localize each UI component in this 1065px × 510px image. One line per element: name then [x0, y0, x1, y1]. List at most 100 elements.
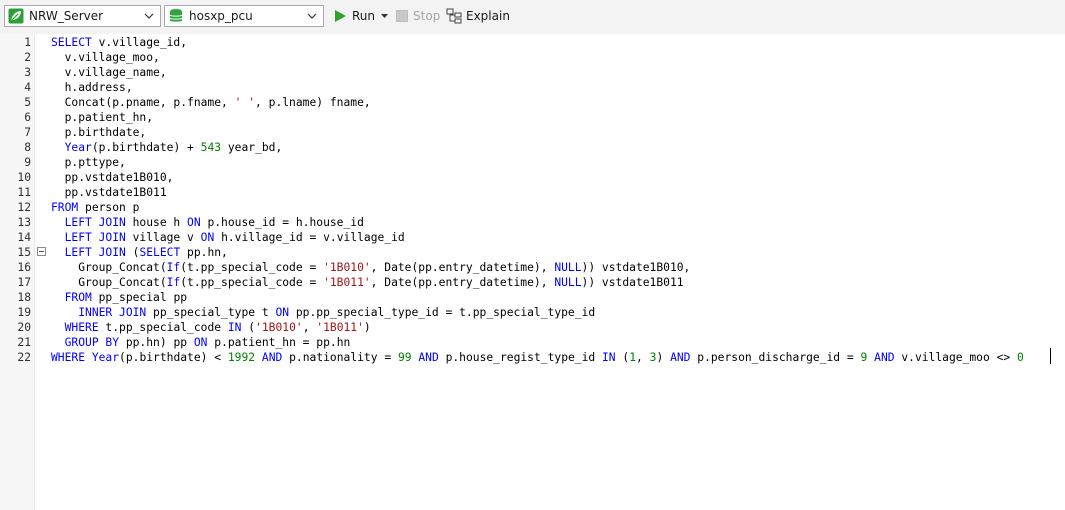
play-icon [335, 10, 346, 22]
code-token-kw: ON [200, 231, 215, 244]
code-line[interactable]: LEFT JOIN house h ON p.house_id = h.hous… [51, 215, 364, 230]
code-token: , p.lname) fname, [255, 96, 371, 109]
line-number-gutter: 1 2 3 4 5 6 7 8 9 10 11 12 13 14 15 16 17 18 19 20 21 22 [0, 34, 35, 510]
code-line[interactable]: p.birthdate, [51, 125, 147, 140]
code-token: ) [363, 321, 371, 334]
code-line[interactable]: v.village_name, [51, 65, 167, 80]
code-token: ( [241, 321, 256, 334]
code-line[interactable]: Concat(p.pname, p.fname, ' ', p.lname) f… [51, 95, 371, 110]
code-token-str: '1B010' [323, 261, 371, 274]
line-number: 10 [17, 171, 31, 184]
line-number: 15 [17, 246, 31, 259]
code-token: , [302, 321, 317, 334]
code-line[interactable]: SELECT v.village_id, [51, 35, 187, 50]
code-token-kw: ON [187, 216, 201, 229]
code-token: ( [615, 351, 630, 364]
code-line[interactable]: WHERE Year(p.birthdate) < 1992 AND p.nat… [51, 350, 1024, 365]
line-number: 5 [24, 96, 31, 109]
code-line[interactable]: LEFT JOIN (SELECT pp.hn, [51, 245, 228, 260]
code-token-kw: AND [670, 351, 691, 364]
code-line[interactable]: v.village_moo, [51, 50, 160, 65]
code-token: pp.pp_special_type_id = t.pp_special_typ… [289, 306, 596, 319]
caret-down-icon[interactable] [381, 12, 389, 20]
code-token-fn: Year [64, 141, 92, 154]
code-token: pp_special pp [91, 291, 188, 304]
code-token: p.nationality = [282, 351, 398, 364]
query-toolbar: NRW_Server hosxp_pcu Run Stop Explain [0, 0, 1065, 34]
code-token: v.village_moo <> [894, 351, 1017, 364]
code-line[interactable]: pp.vstdate1B010, [51, 170, 174, 185]
line-number: 19 [17, 306, 31, 319]
code-token-kw: FROM [51, 201, 79, 214]
code-line[interactable]: Group_Concat(If(t.pp_special_code = '1B0… [51, 260, 690, 275]
code-token: , [636, 351, 650, 364]
code-token-kw: LEFT JOIN [64, 231, 126, 244]
line-number: 8 [24, 141, 31, 154]
code-line[interactable]: pp.vstdate1B011 [51, 185, 167, 200]
code-line[interactable]: GROUP BY pp.hn) pp ON p.patient_hn = pp.… [51, 335, 351, 350]
code-line[interactable]: FROM person p [51, 200, 139, 215]
line-number: 2 [24, 51, 31, 64]
code-token: Concat(p.pname, p.fname, [51, 96, 235, 109]
chevron-down-icon[interactable] [304, 8, 320, 24]
explain-button[interactable]: Explain [446, 5, 510, 27]
code-token-kw: FROM [64, 291, 92, 304]
connection-select[interactable]: NRW_Server [4, 5, 161, 27]
line-number: 20 [17, 321, 31, 334]
code-token-num: 1992 [227, 351, 256, 364]
code-token-kw: WHERE [64, 321, 99, 334]
code-token-kw: SELECT [51, 36, 92, 49]
code-token-num: 543 [200, 141, 222, 154]
code-line[interactable]: Group_Concat(If(t.pp_special_code = '1B0… [51, 275, 683, 290]
code-token-str: '1B010' [255, 321, 303, 334]
chevron-down-icon[interactable] [141, 8, 157, 24]
code-token-num: 99 [397, 351, 412, 364]
database-icon [169, 9, 183, 22]
code-token: ) [656, 351, 671, 364]
line-number: 18 [17, 291, 31, 304]
code-token-num: 0 [1016, 351, 1024, 364]
code-token: v.village_name, [51, 66, 167, 79]
code-line[interactable]: p.pttype, [51, 155, 126, 170]
code-token-kw: AND [874, 351, 895, 364]
code-token: pp.hn, [180, 246, 228, 259]
code-line[interactable]: WHERE t.pp_special_code IN ('1B010', '1B… [51, 320, 371, 335]
code-token-str: '1B011' [323, 276, 371, 289]
code-token: ( [125, 246, 140, 259]
line-number: 12 [17, 201, 31, 214]
fold-toggle-icon[interactable] [37, 247, 46, 256]
code-token-kw: ON [193, 336, 208, 349]
database-select[interactable]: hosxp_pcu [164, 5, 324, 27]
code-token: h.village_id = v.village_id [214, 231, 405, 244]
code-line[interactable]: Year(p.birthdate) + 543 year_bd, [51, 140, 283, 155]
text-caret [1050, 348, 1051, 364]
code-token: year_bd, [221, 141, 283, 154]
stop-button[interactable]: Stop [396, 5, 440, 27]
line-number: 13 [17, 216, 31, 229]
code-line[interactable]: h.address, [51, 80, 133, 95]
code-token: village v [125, 231, 201, 244]
code-line[interactable]: INNER JOIN pp_special_type t ON pp.pp_sp… [51, 305, 595, 320]
code-token: pp_special_type t [146, 306, 276, 319]
code-token-str: ' ' [234, 96, 256, 109]
code-token: (p.birthdate) + [91, 141, 201, 154]
code-line[interactable]: LEFT JOIN village v ON h.village_id = v.… [51, 230, 405, 245]
run-button[interactable]: Run [333, 5, 389, 27]
code-token: p.pttype, [51, 156, 126, 169]
code-token: )) vstdate1B010, [581, 261, 691, 274]
code-line[interactable]: p.patient_hn, [51, 110, 153, 125]
line-number: 6 [24, 111, 31, 124]
code-line[interactable]: FROM pp_special pp [51, 290, 187, 305]
sql-editor[interactable]: 1 2 3 4 5 6 7 8 9 10 11 12 13 14 15 16 17 18 19 20 21 22 SELE… [0, 34, 1065, 510]
code-token: Group_Concat( [51, 276, 167, 289]
explain-tree-icon [446, 8, 462, 24]
code-token-kw: AND [418, 351, 439, 364]
